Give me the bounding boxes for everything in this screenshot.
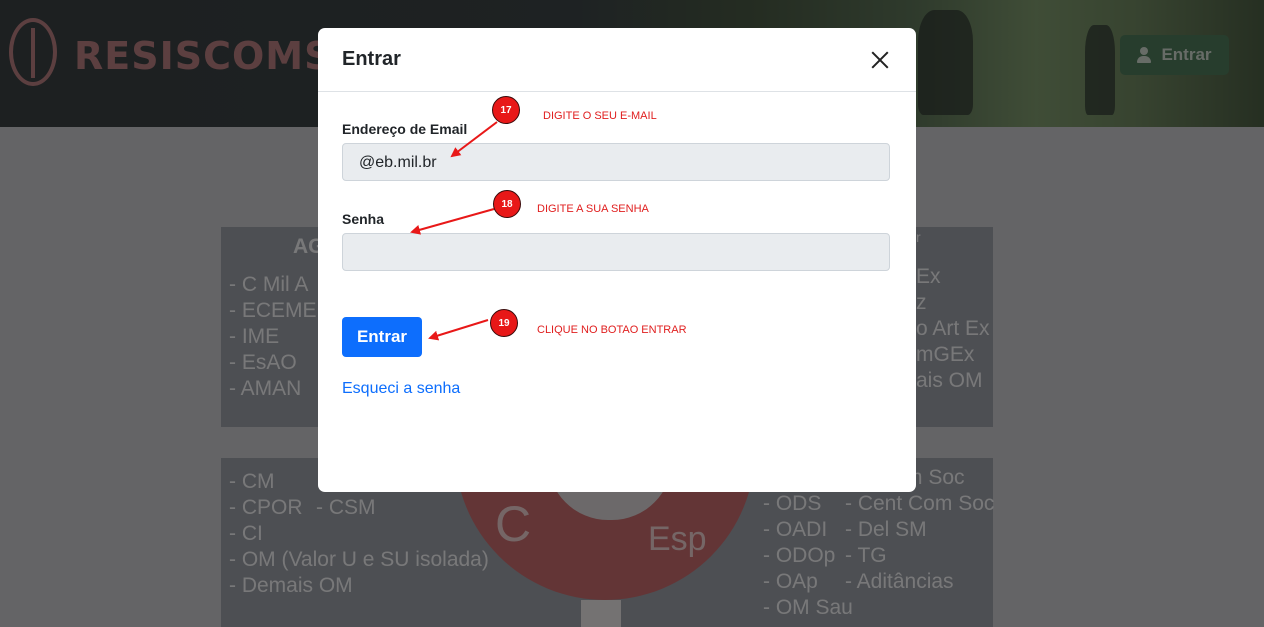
annotation-badge-17: 17 [492,96,520,124]
annotation-badge-19: 19 [490,309,518,337]
annotation-text-17: DIGITE O SEU E-MAIL [543,110,657,122]
annotation-arrow-18 [410,208,495,235]
annotation-text-18: DIGITE A SUA SENHA [537,203,649,215]
annotation-badge-18: 18 [493,190,521,218]
annotation-arrows [410,121,498,341]
annotation-arrow-17 [450,121,498,158]
annotation-arrow-19 [428,319,489,341]
annotation-text-19: CLIQUE NO BOTAO ENTRAR [537,324,687,336]
